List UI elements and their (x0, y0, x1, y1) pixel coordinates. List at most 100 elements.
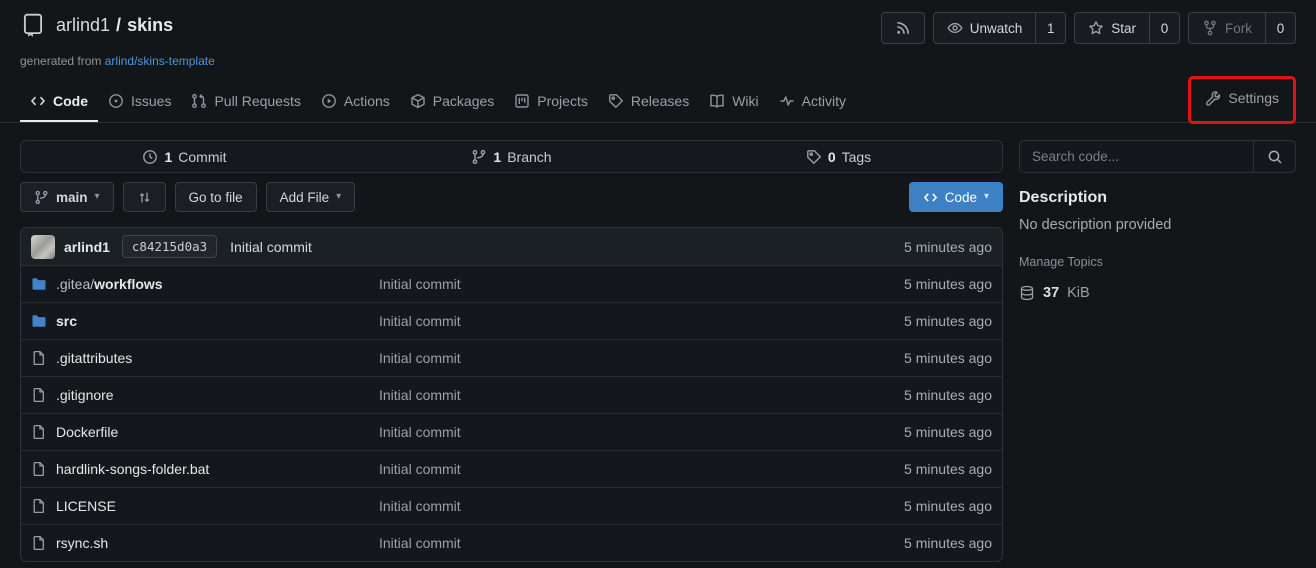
add-file-button[interactable]: Add File ▾ (266, 182, 356, 212)
search-button[interactable] (1253, 141, 1295, 172)
repo-sidebar: Description No description provided Mana… (1019, 140, 1296, 562)
file-name-link[interactable]: Dockerfile (56, 424, 118, 440)
commits-stat[interactable]: 1Commit (21, 141, 348, 172)
file-icon (31, 387, 47, 403)
row-commit-message-link[interactable]: Initial commit (379, 313, 461, 329)
repo-stats-bar: 1Commit 1Branch 0Tags (20, 140, 1003, 173)
branches-stat[interactable]: 1Branch (348, 141, 675, 172)
file-icon (31, 535, 47, 551)
tab-code[interactable]: Code (20, 84, 98, 122)
tab-wiki[interactable]: Wiki (699, 84, 768, 122)
database-icon (1019, 285, 1035, 301)
file-table: arlind1 c84215d0a3 Initial commit 5 minu… (20, 227, 1003, 562)
row-commit-message-link[interactable]: Initial commit (379, 424, 461, 440)
compare-button[interactable] (123, 182, 166, 212)
code-icon (30, 93, 46, 109)
file-icon (31, 424, 47, 440)
file-name-link[interactable]: rsync.sh (56, 535, 108, 551)
tab-settings[interactable]: Settings (1195, 81, 1289, 119)
tools-icon (1205, 90, 1221, 106)
code-download-button[interactable]: Code ▾ (909, 182, 1003, 212)
tab-projects[interactable]: Projects (504, 84, 598, 122)
star-button[interactable]: Star (1075, 13, 1149, 43)
watch-count[interactable]: 1 (1035, 13, 1065, 43)
row-commit-message-link[interactable]: Initial commit (379, 498, 461, 514)
branch-icon (34, 190, 49, 205)
file-icon (31, 350, 47, 366)
tag-icon (608, 93, 624, 109)
star-icon (1088, 20, 1104, 36)
branch-toolbar: main ▾ Go to file Add File ▾ Code ▾ (20, 182, 1003, 212)
rss-button[interactable] (881, 12, 925, 44)
star-button-group: Star 0 (1074, 12, 1180, 44)
row-commit-message-link[interactable]: Initial commit (379, 276, 461, 292)
actions-icon (321, 93, 337, 109)
file-name-link[interactable]: LICENSE (56, 498, 116, 514)
row-commit-message-link[interactable]: Initial commit (379, 535, 461, 551)
settings-highlight-annotation: Settings (1188, 76, 1296, 124)
tab-issues[interactable]: Issues (98, 84, 181, 122)
file-name-link[interactable]: .gitattributes (56, 350, 132, 366)
branch-selector[interactable]: main ▾ (20, 182, 114, 212)
go-to-file-button[interactable]: Go to file (175, 182, 257, 212)
fork-label: Fork (1225, 21, 1252, 36)
file-row[interactable]: rsync.sh Initial commit 5 minutes ago (21, 524, 1002, 561)
tab-packages[interactable]: Packages (400, 84, 504, 122)
template-repo-link[interactable]: arlind/skins-template (105, 54, 215, 68)
fork-button[interactable]: Fork (1189, 13, 1265, 43)
latest-commit-row: arlind1 c84215d0a3 Initial commit 5 minu… (21, 228, 1002, 265)
tab-pull-requests[interactable]: Pull Requests (181, 84, 310, 122)
row-time: 5 minutes ago (904, 424, 992, 440)
file-name-link[interactable]: hardlink-songs-folder.bat (56, 461, 209, 477)
row-time: 5 minutes ago (904, 461, 992, 477)
fork-icon (1202, 20, 1218, 36)
file-row[interactable]: LICENSE Initial commit 5 minutes ago (21, 487, 1002, 524)
watch-button-group: Unwatch 1 (933, 12, 1067, 44)
tab-actions[interactable]: Actions (311, 84, 400, 122)
unwatch-button[interactable]: Unwatch (934, 13, 1036, 43)
file-row[interactable]: .gitattributes Initial commit 5 minutes … (21, 339, 1002, 376)
file-name-link[interactable]: .gitignore (56, 387, 114, 403)
search-icon (1267, 149, 1283, 165)
row-time: 5 minutes ago (904, 535, 992, 551)
tags-stat[interactable]: 0Tags (675, 141, 1002, 172)
generated-from: generated from arlind/skins-template (20, 54, 1296, 68)
file-row[interactable]: .gitignore Initial commit 5 minutes ago (21, 376, 1002, 413)
row-time: 5 minutes ago (904, 387, 992, 403)
row-commit-message-link[interactable]: Initial commit (379, 387, 461, 403)
caret-down-icon: ▾ (95, 192, 100, 202)
tab-activity[interactable]: Activity (769, 84, 856, 122)
commit-message-link[interactable]: Initial commit (230, 239, 312, 255)
current-branch: main (56, 190, 88, 205)
history-icon (142, 149, 158, 165)
commit-author-link[interactable]: arlind1 (64, 239, 110, 255)
row-time: 5 minutes ago (904, 276, 992, 292)
file-row[interactable]: Dockerfile Initial commit 5 minutes ago (21, 413, 1002, 450)
star-label: Star (1111, 21, 1136, 36)
manage-topics-link[interactable]: Manage Topics (1019, 255, 1103, 269)
tab-releases[interactable]: Releases (598, 84, 699, 122)
repo-actions: Unwatch 1 Star 0 (881, 12, 1296, 44)
repo-owner-link[interactable]: arlind1 (56, 15, 110, 36)
branch-icon (471, 149, 487, 165)
eye-icon (947, 20, 963, 36)
fork-count[interactable]: 0 (1265, 13, 1295, 43)
project-icon (514, 93, 530, 109)
row-commit-message-link[interactable]: Initial commit (379, 461, 461, 477)
repo-size: 37 KiB (1019, 285, 1296, 301)
file-row[interactable]: .gitea/workflows Initial commit 5 minute… (21, 265, 1002, 302)
file-row[interactable]: hardlink-songs-folder.bat Initial commit… (21, 450, 1002, 487)
avatar[interactable] (31, 235, 55, 259)
commit-hash-badge[interactable]: c84215d0a3 (122, 235, 217, 258)
row-commit-message-link[interactable]: Initial commit (379, 350, 461, 366)
repo-name-link[interactable]: skins (127, 15, 173, 36)
file-row[interactable]: src Initial commit 5 minutes ago (21, 302, 1002, 339)
commit-time: 5 minutes ago (904, 239, 992, 255)
file-name-link[interactable]: src (56, 313, 77, 329)
file-icon (31, 461, 47, 477)
folder-icon (31, 313, 47, 329)
search-input[interactable] (1020, 141, 1253, 172)
star-count[interactable]: 0 (1149, 13, 1179, 43)
repo-tabnav: Code Issues Pull Requests Actions Packag… (0, 82, 1316, 123)
file-name-link[interactable]: .gitea/workflows (56, 276, 163, 292)
